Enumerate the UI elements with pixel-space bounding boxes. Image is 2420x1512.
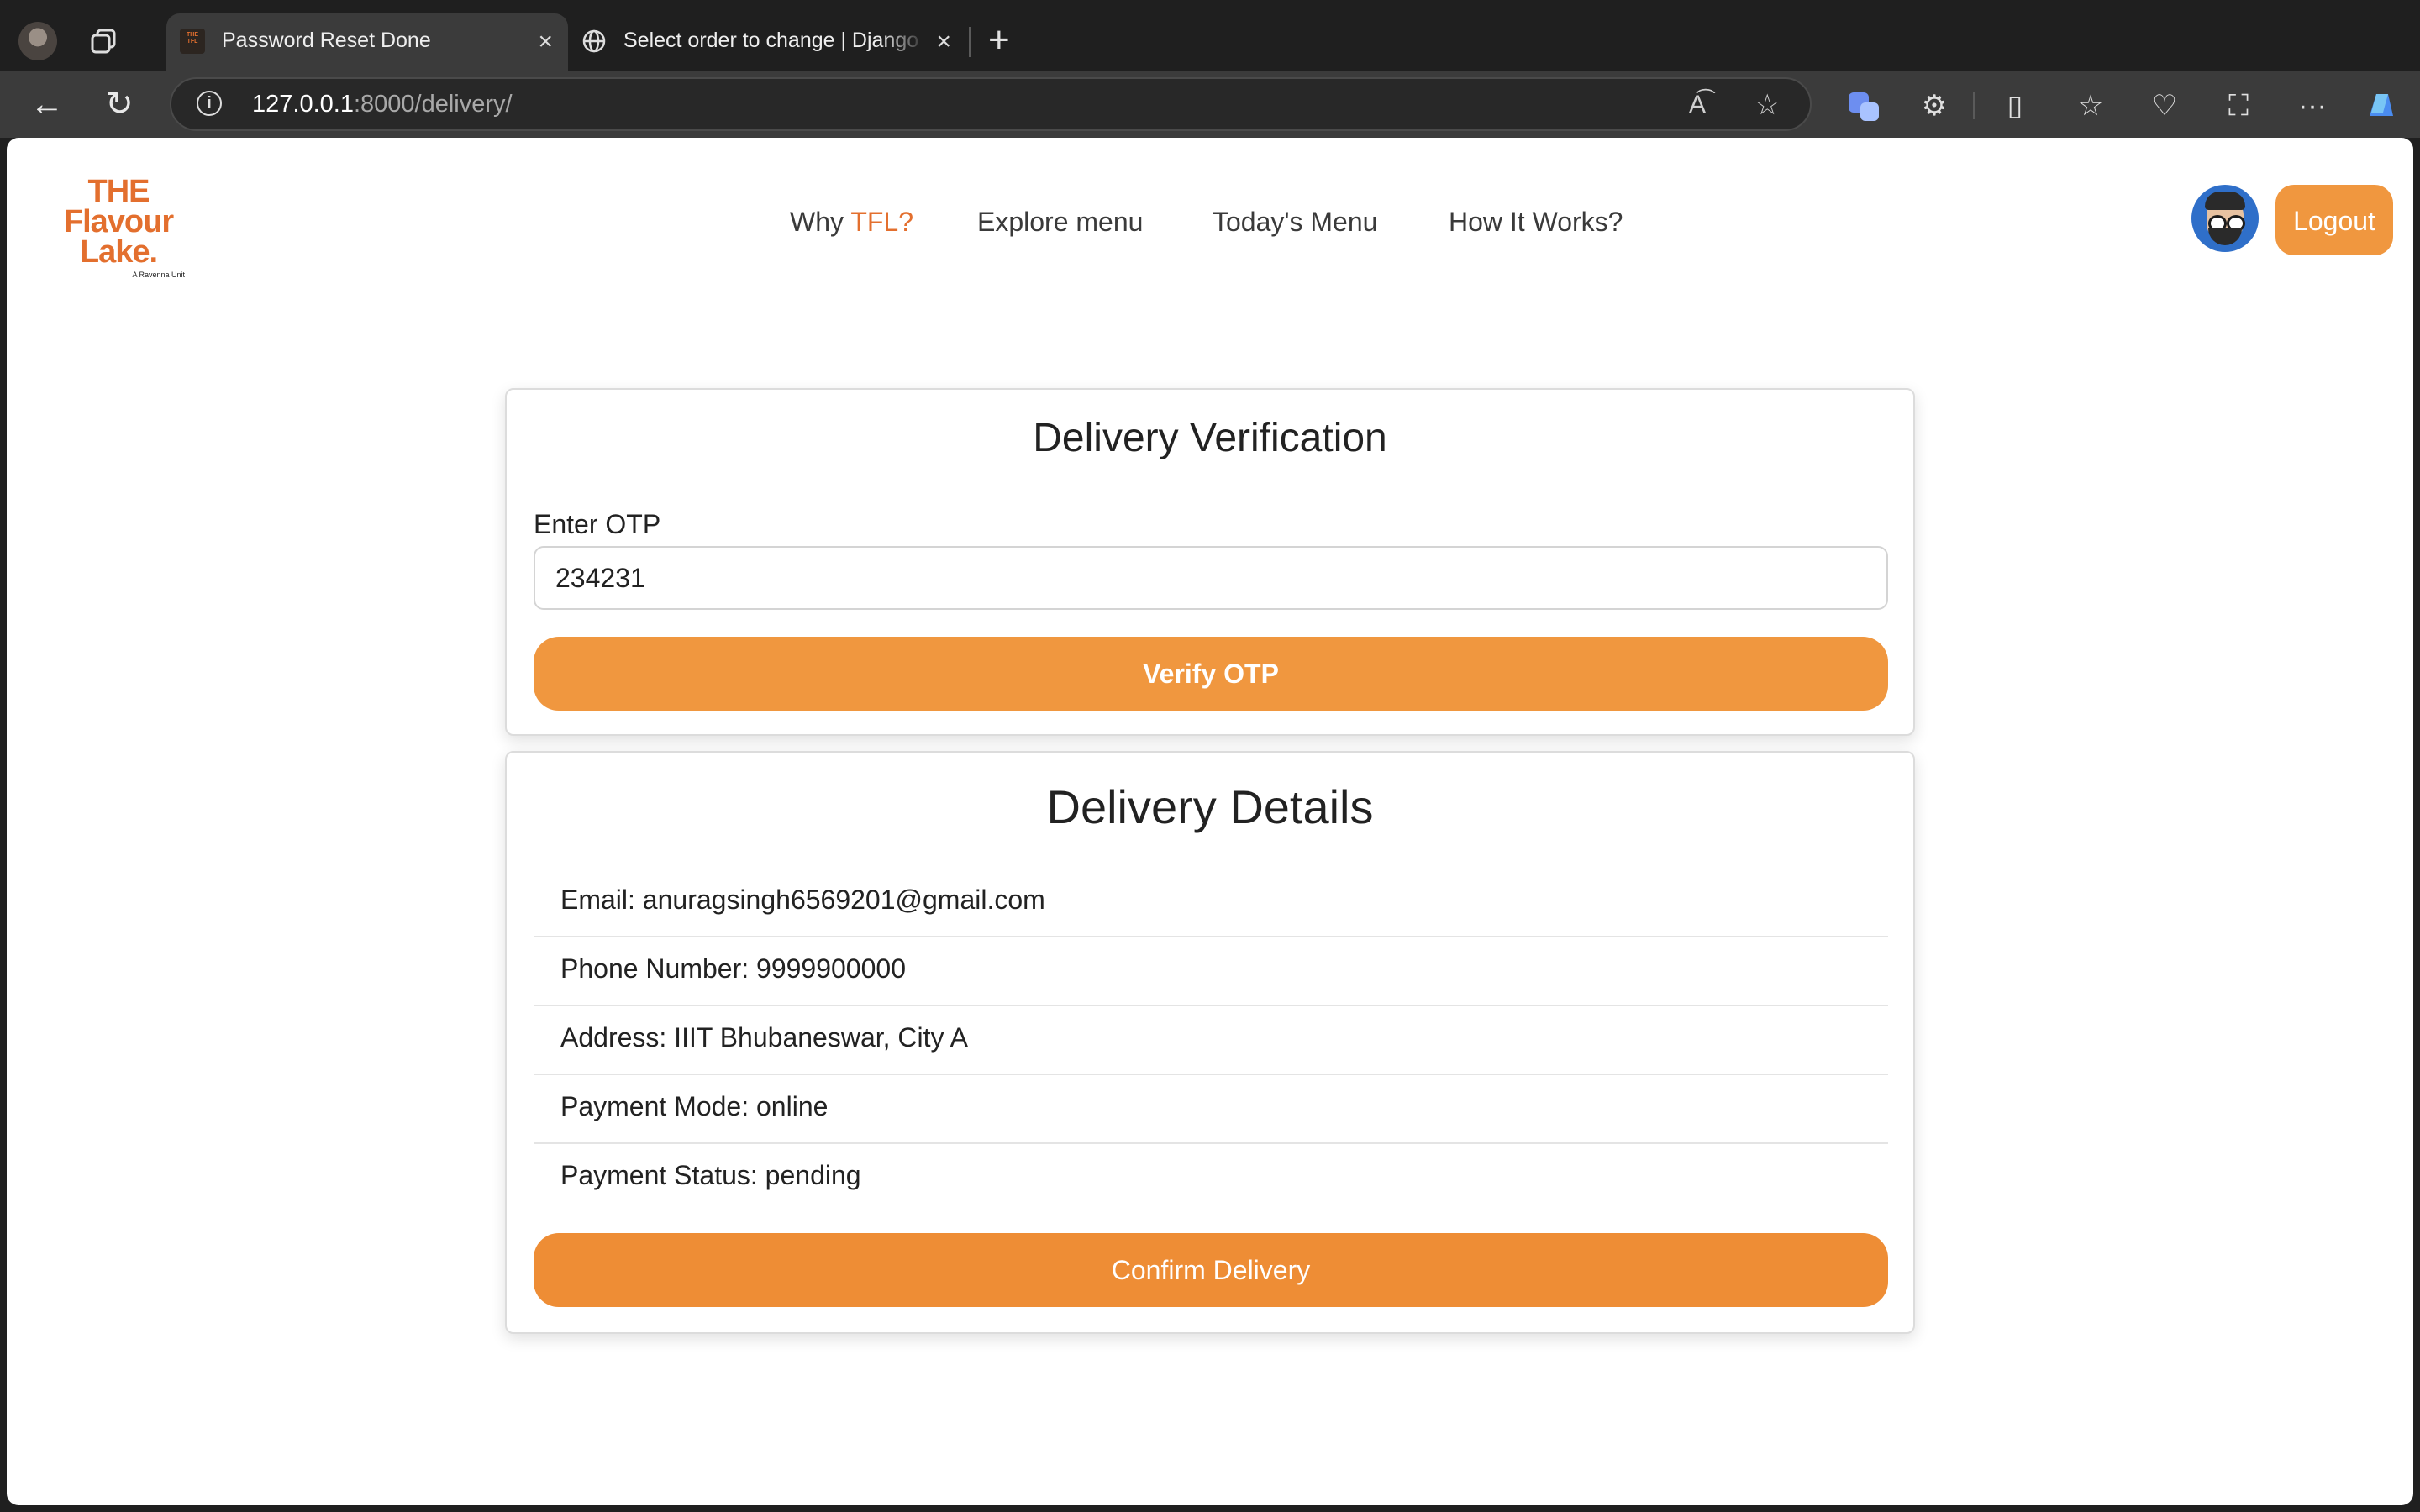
avatar-beard [2208, 228, 2242, 245]
star-icon[interactable]: ☆ [1754, 89, 1780, 121]
nav-explore-menu[interactable]: Explore menu [977, 207, 1143, 238]
tab-password-reset-done[interactable]: THE TFL Password Reset Done × [166, 13, 568, 71]
toolbar-divider [1973, 92, 1975, 119]
site-logo[interactable]: THE Flavour Lake. A Ravenna Unit [39, 176, 198, 279]
avatar-hair [2205, 192, 2245, 210]
logout-button[interactable]: Logout [2275, 185, 2393, 255]
back-arrow-icon[interactable]: ← [27, 84, 67, 124]
close-icon[interactable]: × [936, 29, 951, 55]
close-icon[interactable]: × [538, 29, 553, 55]
tab-django-admin[interactable]: Select order to change | Django × [568, 13, 966, 71]
globe-icon [582, 29, 606, 53]
browser-tab-bar: THE TFL Password Reset Done × Select orde… [0, 0, 2420, 71]
otp-label: Enter OTP [534, 509, 661, 539]
favorites-icon[interactable]: ☆ [2072, 87, 2109, 124]
copilot-extension-icon[interactable] [1845, 87, 1882, 124]
logo-line: THE [87, 174, 150, 209]
detail-payment-mode: Payment Mode: online [534, 1075, 1888, 1144]
url-text[interactable]: 127.0.0.1:8000/delivery/ [252, 91, 513, 118]
logo-line: Lake. [79, 234, 158, 270]
new-tab-button[interactable]: + [988, 22, 1010, 59]
url-host: 127.0.0.1 [252, 91, 354, 118]
browser-essentials-icon[interactable]: ♡ [2146, 87, 2183, 124]
profile-avatar-icon[interactable] [18, 22, 57, 60]
url-path: :8000/delivery/ [353, 91, 513, 118]
details-list: Email: anuragsingh6569201@gmail.com Phon… [534, 869, 1888, 1213]
detail-email: Email: anuragsingh6569201@gmail.com [534, 869, 1888, 937]
confirm-delivery-button[interactable]: Confirm Delivery [534, 1233, 1888, 1307]
site-info-icon[interactable]: i [197, 91, 222, 116]
more-options-icon[interactable]: ··· [2294, 87, 2331, 124]
browser-toolbar: ← ↻ i 127.0.0.1:8000/delivery/ A͡ ☆ ⚙ ▯ … [0, 71, 2420, 138]
user-avatar[interactable] [2191, 185, 2259, 252]
extensions-icon[interactable]: ⚙ [1916, 87, 1953, 124]
verify-otp-button[interactable]: Verify OTP [534, 637, 1888, 711]
split-screen-icon[interactable]: ▯ [1996, 87, 2033, 124]
details-title: Delivery Details [1046, 780, 1374, 833]
address-bar[interactable]: i 127.0.0.1:8000/delivery/ A͡ ☆ [170, 77, 1812, 131]
otp-input[interactable] [534, 546, 1888, 610]
reload-icon[interactable]: ↻ [99, 84, 139, 124]
tab-actions-icon[interactable] [87, 25, 121, 59]
screenshot-icon[interactable]: ⛶ [2220, 87, 2257, 124]
delivery-verification-card: Delivery Verification Enter OTP Verify O… [505, 388, 1915, 736]
page-viewport: THE Flavour Lake. A Ravenna Unit Why TFL… [7, 138, 2413, 1505]
nav-how-it-works[interactable]: How It Works? [1449, 207, 1623, 238]
nav-label: Why [790, 207, 851, 237]
nav-why-tfl[interactable]: Why TFL? [790, 207, 913, 238]
read-aloud-icon[interactable]: A͡ [1689, 89, 1706, 121]
tfl-logo-icon: THE TFL [180, 29, 205, 54]
verification-title: Delivery Verification [1033, 416, 1387, 460]
nav-todays-menu[interactable]: Today's Menu [1213, 207, 1377, 238]
detail-address: Address: IIIT Bhubaneswar, City A [534, 1006, 1888, 1075]
nav-accent: TFL? [850, 207, 913, 237]
copilot-icon[interactable] [2363, 87, 2400, 124]
detail-payment-status: Payment Status: pending [560, 1160, 861, 1190]
detail-phone: Phone Number: 9999900000 [534, 937, 1888, 1006]
logo-line: Flavour [63, 204, 174, 239]
logo-tagline: A Ravenna Unit [132, 270, 185, 279]
tab-title: Select order to change | Django [623, 29, 919, 52]
tab-separator [969, 27, 971, 57]
delivery-details-card: Delivery Details Email: anuragsingh65692… [505, 751, 1915, 1334]
tab-title: Password Reset Done [222, 29, 431, 52]
